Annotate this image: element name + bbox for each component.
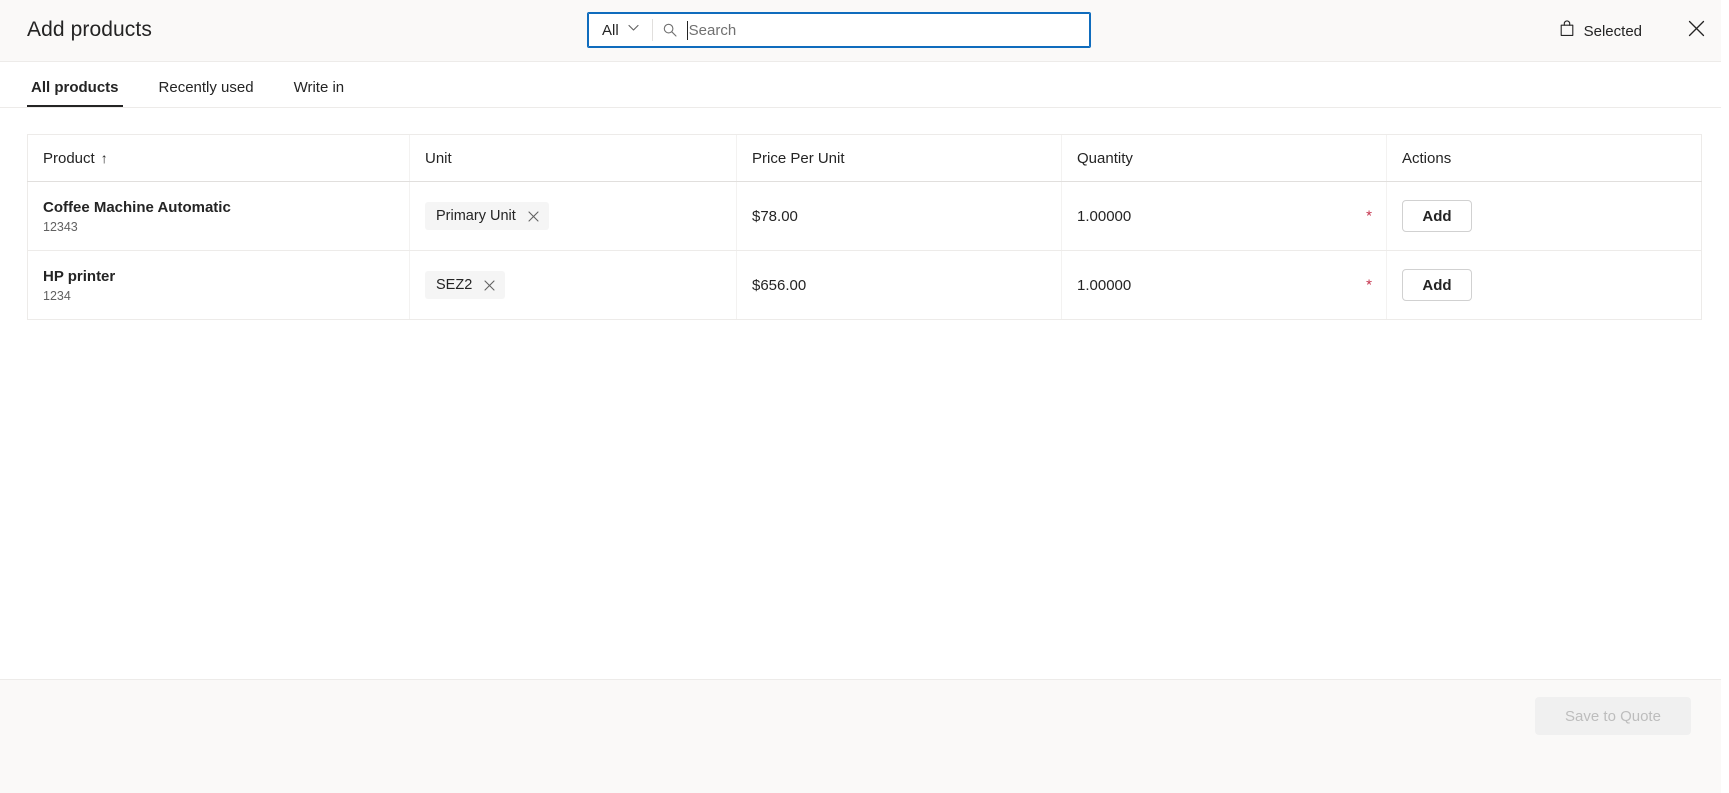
price-value: $78.00 [752, 207, 798, 225]
tab-list: All products Recently used Write in [0, 62, 1729, 108]
text-caret [686, 20, 688, 40]
column-header-actions-label: Actions [1402, 149, 1452, 167]
tab-write-in-label: Write in [293, 79, 345, 96]
dialog-header: Add products All Search Selected [0, 0, 1729, 62]
close-icon[interactable] [483, 279, 496, 292]
cell-product: Coffee Machine Automatic 12343 [27, 181, 410, 251]
selected-button[interactable]: Selected [1549, 13, 1652, 49]
column-header-quantity[interactable]: Quantity [1061, 134, 1387, 182]
tab-all-products[interactable]: All products [27, 79, 123, 107]
search-scope-dropdown[interactable]: All [588, 13, 652, 47]
close-icon [1687, 19, 1706, 43]
table-row[interactable]: HP printer 1234 SEZ2 $656.00 1.00000 * A… [27, 250, 1702, 320]
unit-chip[interactable]: SEZ2 [425, 271, 506, 299]
tab-recently-used-label: Recently used [158, 79, 254, 96]
sort-ascending-icon: ↑ [100, 149, 108, 166]
add-button[interactable]: Add [1402, 200, 1472, 232]
unit-chip-label: Primary Unit [436, 208, 516, 224]
required-indicator: * [1366, 207, 1372, 225]
cell-unit[interactable]: SEZ2 [409, 250, 737, 320]
selected-button-label: Selected [1583, 22, 1642, 40]
close-button[interactable] [1674, 9, 1718, 53]
search-input[interactable]: Search [686, 13, 1090, 47]
product-id: 12343 [43, 219, 78, 234]
column-header-product-label: Product [43, 149, 95, 167]
products-table: Product ↑ Unit Price Per Unit Quantity Ac… [27, 134, 1702, 320]
price-value: $656.00 [752, 276, 807, 294]
dialog-footer: Save to Quote [0, 679, 1729, 793]
required-indicator: * [1366, 276, 1372, 294]
chevron-down-icon [627, 21, 640, 39]
tab-all-products-label: All products [31, 79, 119, 96]
column-header-price-per-unit[interactable]: Price Per Unit [736, 134, 1062, 182]
product-id: 1234 [43, 288, 71, 303]
search-icon [653, 13, 687, 47]
tab-recently-used[interactable]: Recently used [155, 79, 258, 107]
cell-price-per-unit: $656.00 [736, 250, 1062, 320]
add-button[interactable]: Add [1402, 269, 1472, 301]
products-panel: Product ↑ Unit Price Per Unit Quantity Ac… [0, 108, 1729, 679]
column-header-product[interactable]: Product ↑ [27, 134, 410, 182]
cell-actions: Add [1386, 181, 1702, 251]
save-to-quote-button[interactable]: Save to Quote [1535, 697, 1691, 735]
column-header-actions: Actions [1386, 134, 1702, 182]
search-placeholder: Search [688, 21, 737, 39]
close-icon[interactable] [527, 210, 540, 223]
column-header-unit[interactable]: Unit [409, 134, 737, 182]
tab-write-in[interactable]: Write in [290, 79, 349, 107]
unit-chip-label: SEZ2 [436, 277, 473, 293]
unit-chip[interactable]: Primary Unit [425, 202, 549, 230]
search-scope-label: All [602, 21, 619, 39]
column-header-unit-label: Unit [425, 149, 452, 167]
product-name: HP printer [43, 267, 116, 285]
search-bar[interactable]: All Search [587, 12, 1091, 48]
cell-product: HP printer 1234 [27, 250, 410, 320]
product-name: Coffee Machine Automatic [43, 198, 231, 216]
shopping-bag-icon [1559, 20, 1575, 42]
quantity-input[interactable]: 1.00000 [1077, 277, 1131, 294]
right-edge [1721, 0, 1729, 793]
table-header-row: Product ↑ Unit Price Per Unit Quantity Ac… [27, 134, 1702, 182]
column-header-quantity-label: Quantity [1077, 149, 1133, 167]
header-actions: Selected [1549, 0, 1729, 62]
table-row[interactable]: Coffee Machine Automatic 12343 Primary U… [27, 181, 1702, 251]
cell-actions: Add [1386, 250, 1702, 320]
page-title: Add products [27, 18, 152, 41]
cell-price-per-unit: $78.00 [736, 181, 1062, 251]
add-products-dialog: Add products All Search Selected All pro… [0, 0, 1729, 793]
cell-quantity[interactable]: 1.00000 * [1061, 250, 1387, 320]
cell-quantity[interactable]: 1.00000 * [1061, 181, 1387, 251]
quantity-input[interactable]: 1.00000 [1077, 208, 1131, 225]
column-header-price-per-unit-label: Price Per Unit [752, 149, 845, 167]
cell-unit[interactable]: Primary Unit [409, 181, 737, 251]
